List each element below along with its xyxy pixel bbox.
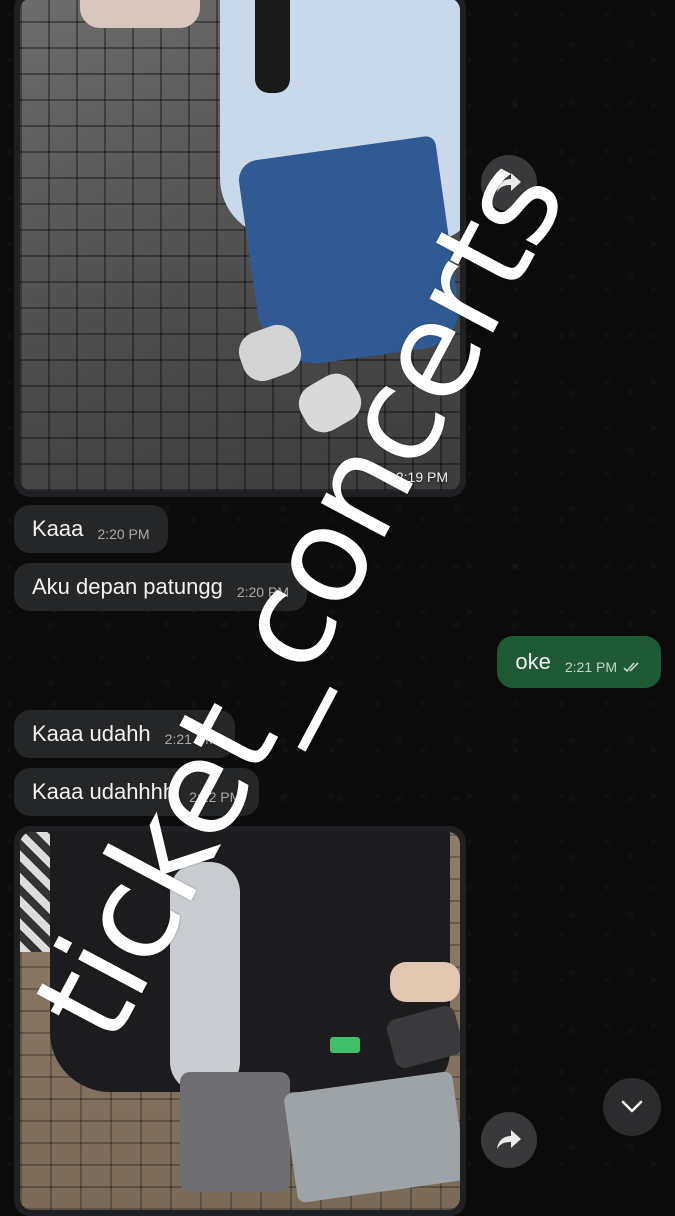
message-time: 2:20 PM (236, 584, 289, 600)
message-bubble-incoming[interactable]: Kaaa udahh 2:21 PM (14, 710, 235, 758)
message-text: oke (515, 649, 551, 674)
double-check-icon (623, 661, 643, 673)
image-message-1[interactable]: 2:19 PM (14, 0, 466, 497)
message-time: 2:21 PM (164, 731, 217, 747)
image-message-2[interactable] (14, 826, 466, 1216)
message-text: Kaaa udahhhh (32, 779, 176, 804)
message-text: Aku depan patungg (32, 574, 223, 599)
message-bubble-incoming[interactable]: Aku depan patungg 2:20 PM (14, 563, 307, 611)
message-time: 2:20 PM (97, 526, 150, 542)
scroll-to-bottom-button[interactable] (603, 1078, 661, 1136)
chevron-down-icon (621, 1100, 643, 1113)
forward-arrow-icon (497, 173, 521, 192)
message-bubble-incoming[interactable]: Kaaa udahhhh 2:22 PM (14, 768, 260, 816)
message-bubble-outgoing[interactable]: oke 2:21 PM (497, 636, 661, 688)
forward-button[interactable] (481, 155, 537, 211)
message-time: 2:22 PM (189, 789, 242, 805)
message-text: Kaaa (32, 516, 84, 541)
forward-arrow-icon (497, 1130, 521, 1149)
message-bubble-incoming[interactable]: Kaaa 2:20 PM (14, 505, 168, 553)
photo-feet-on-pavement (20, 0, 460, 491)
message-time: 2:19 PM (395, 469, 448, 485)
message-time: 2:21 PM (564, 659, 617, 675)
photo-outfit (20, 832, 460, 1210)
message-text: Kaaa udahh (32, 721, 151, 746)
forward-button[interactable] (481, 1112, 537, 1168)
